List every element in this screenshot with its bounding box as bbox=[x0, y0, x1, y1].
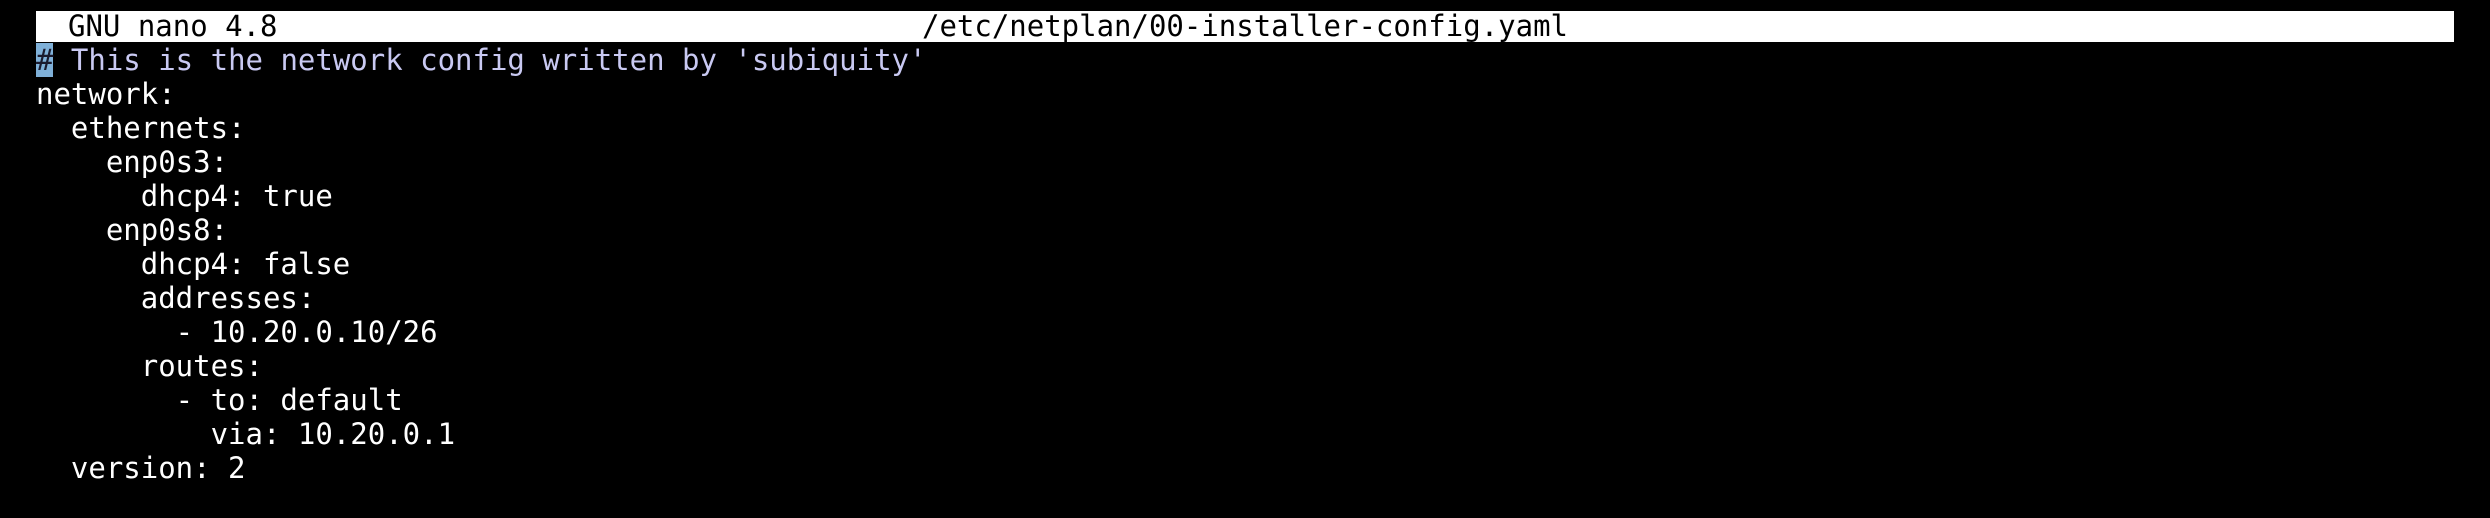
editor-line[interactable]: version: 2 bbox=[36, 451, 2454, 485]
text-editor-area[interactable]: # This is the network config written by … bbox=[36, 43, 2454, 485]
nano-title-bar: GNU nano 4.8 /etc/netplan/00-installer-c… bbox=[36, 11, 2454, 42]
editor-line[interactable]: addresses: bbox=[36, 281, 2454, 315]
editor-line[interactable]: enp0s3: bbox=[36, 145, 2454, 179]
comment-text: This is the network config written by 's… bbox=[53, 43, 927, 77]
editor-line[interactable]: enp0s8: bbox=[36, 213, 2454, 247]
editor-line[interactable]: dhcp4: false bbox=[36, 247, 2454, 281]
editor-line[interactable]: dhcp4: true bbox=[36, 179, 2454, 213]
editor-line[interactable]: network: bbox=[36, 77, 2454, 111]
text-cursor: # bbox=[36, 43, 54, 77]
file-path-label: /etc/netplan/00-installer-config.yaml bbox=[921, 9, 1568, 43]
editor-line[interactable]: ethernets: bbox=[36, 111, 2454, 145]
editor-line[interactable]: routes: bbox=[36, 349, 2454, 383]
editor-line[interactable]: via: 10.20.0.1 bbox=[36, 417, 2454, 451]
editor-line-comment[interactable]: # This is the network config written by … bbox=[36, 43, 2454, 77]
editor-line[interactable]: - 10.20.0.10/26 bbox=[36, 315, 2454, 349]
editor-line[interactable]: - to: default bbox=[36, 383, 2454, 417]
